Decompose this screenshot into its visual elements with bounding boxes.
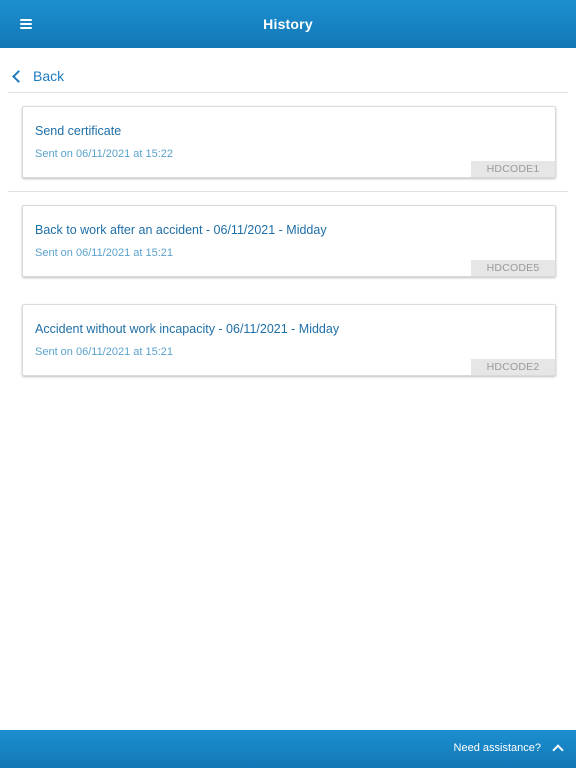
history-item-sent-date: Sent on 06/11/2021 at 15:22: [35, 148, 174, 160]
menu-button[interactable]: [14, 12, 38, 36]
divider: [8, 92, 568, 93]
page-title: History: [263, 16, 313, 32]
history-item[interactable]: Back to work after an accident - 06/11/2…: [22, 205, 556, 277]
history-item-code-badge: HDCODE5: [471, 260, 555, 276]
history-item[interactable]: Send certificate Sent on 06/11/2021 at 1…: [22, 106, 556, 178]
back-button[interactable]: Back: [8, 61, 64, 91]
need-assistance-bar[interactable]: Need assistance?: [0, 730, 576, 768]
history-item-title: Send certificate: [35, 124, 122, 138]
history-item-sent-date: Sent on 06/11/2021 at 15:21: [35, 247, 174, 259]
divider: [8, 191, 568, 192]
need-assistance-label: Need assistance?: [453, 742, 541, 754]
history-screen: History Back Send certificate Sent on 06…: [0, 0, 576, 768]
history-item-title: Back to work after an accident - 06/11/2…: [35, 223, 327, 237]
history-item-sent-date: Sent on 06/11/2021 at 15:21: [35, 346, 174, 358]
chevron-up-icon[interactable]: [552, 744, 564, 756]
hamburger-menu-icon: [20, 19, 32, 29]
chevron-left-icon: [12, 69, 25, 83]
history-item-code-badge: HDCODE1: [471, 161, 555, 177]
history-item-title: Accident without work incapacity - 06/11…: [35, 322, 340, 336]
history-item-code-badge: HDCODE2: [471, 359, 555, 375]
history-item[interactable]: Accident without work incapacity - 06/11…: [22, 304, 556, 376]
back-label: Back: [33, 68, 65, 84]
header-bar: History: [0, 0, 576, 48]
